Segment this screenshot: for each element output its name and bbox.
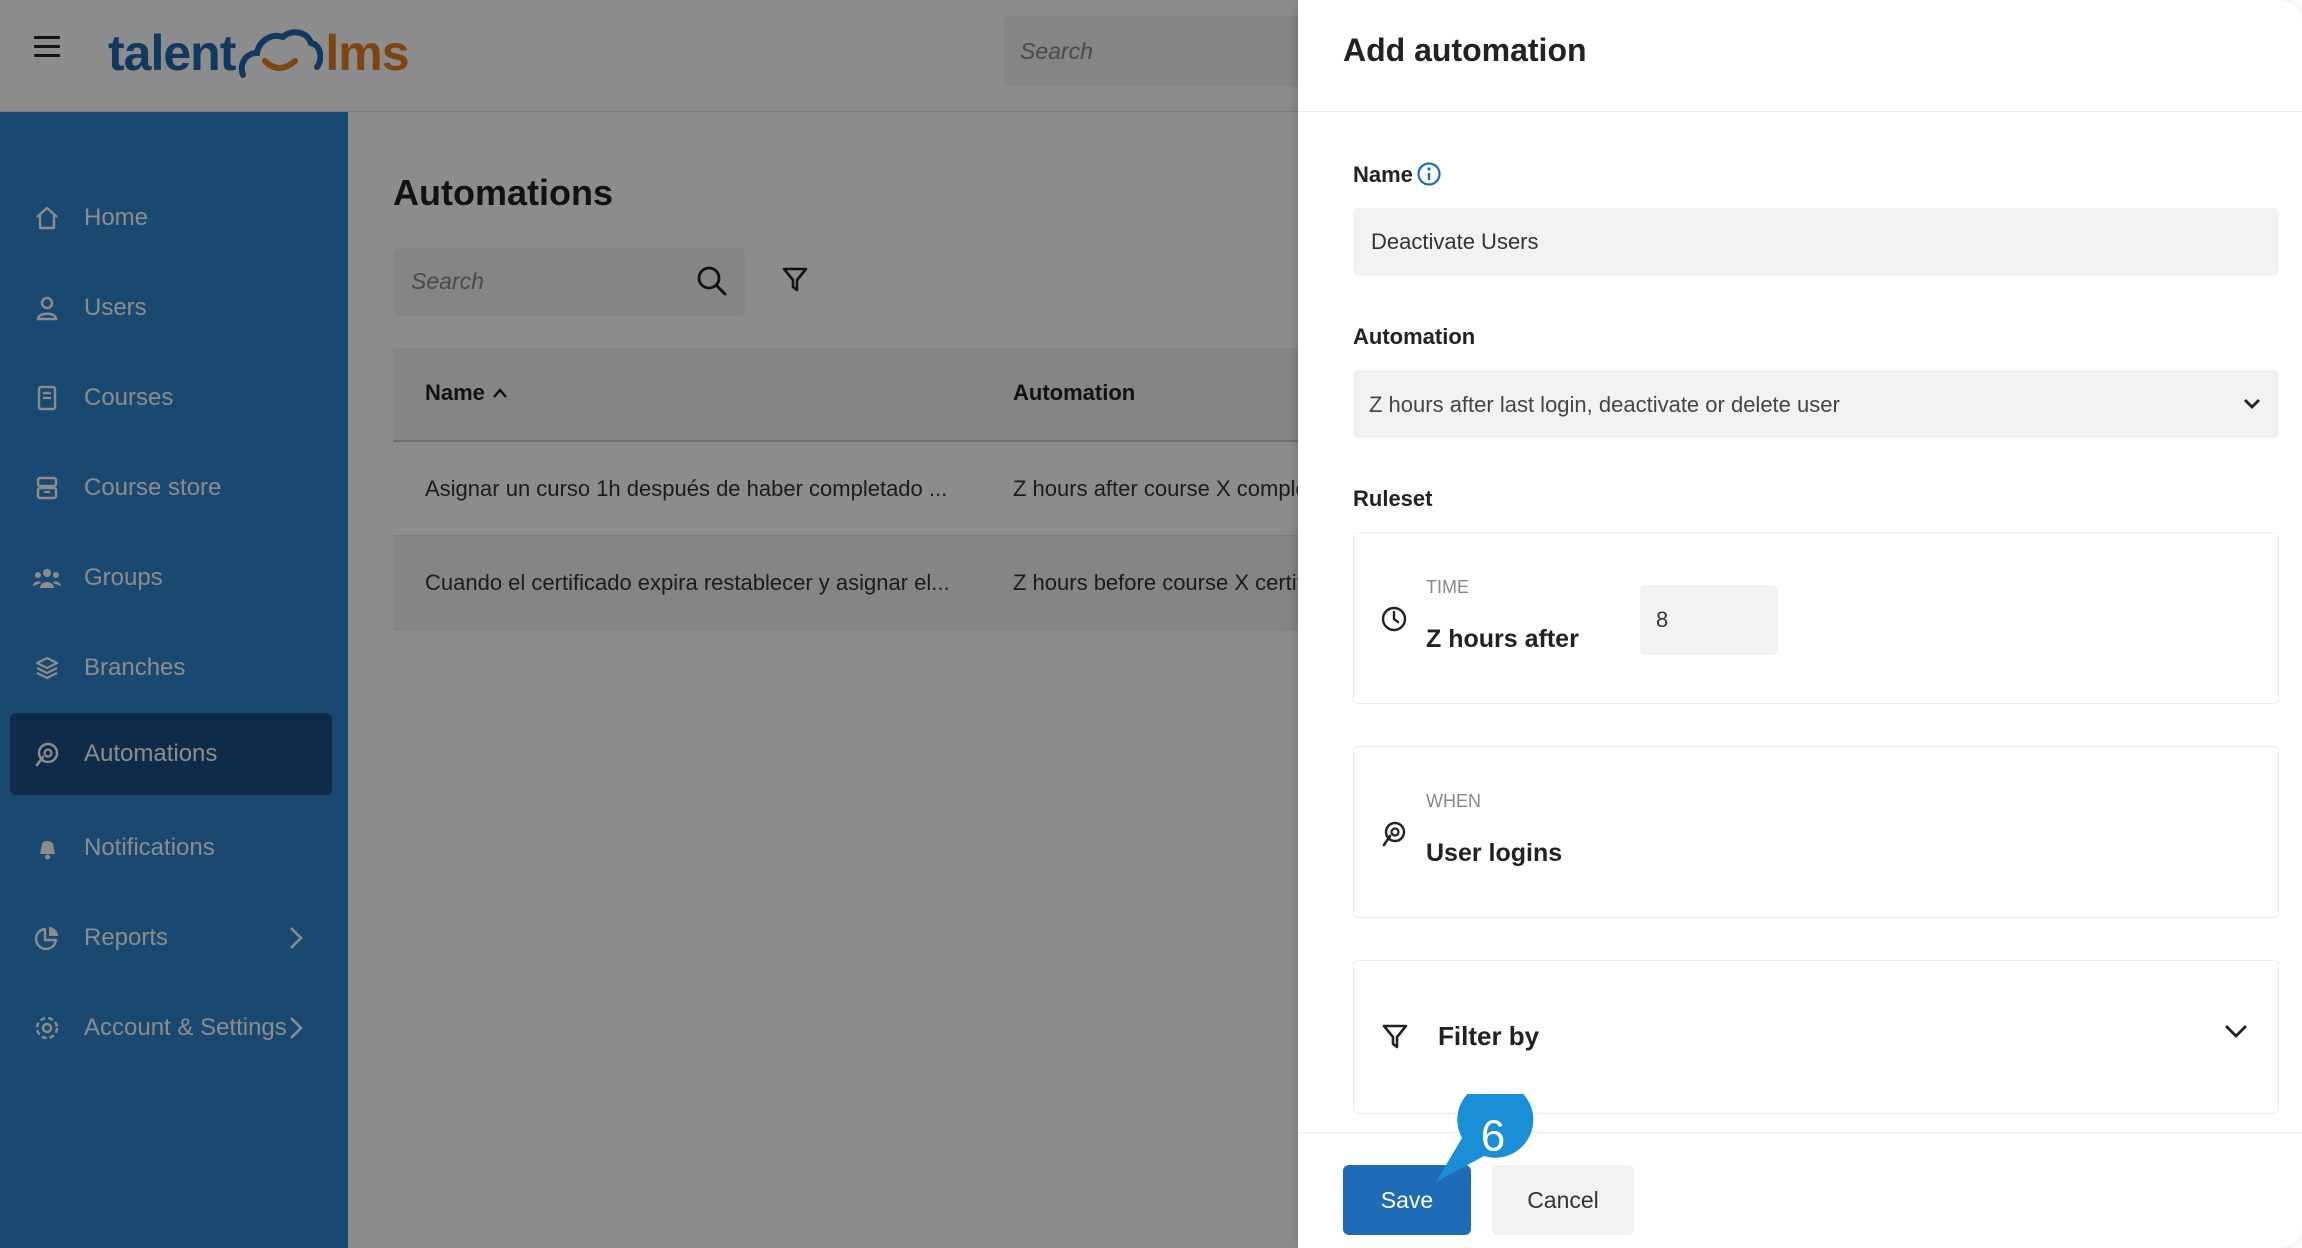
clock-icon — [1381, 606, 1407, 632]
chevron-down-icon — [2225, 1025, 2247, 1038]
automation-type-select[interactable]: Z hours after last login, deactivate or … — [1353, 370, 2279, 438]
when-rule-card: WHEN User logins — [1353, 746, 2279, 918]
filter-by-label: Filter by — [1438, 1021, 1540, 1051]
ruleset-label: Ruleset — [1353, 486, 1433, 511]
chevron-down-icon — [2244, 399, 2260, 409]
filter-by-toggle[interactable]: Filter by — [1353, 960, 2279, 1114]
drawer-title: Add automation — [1343, 32, 1587, 68]
svg-text:6: 6 — [1481, 1112, 1505, 1161]
automation-icon — [1382, 821, 1406, 847]
automation-type-value: Z hours after last login, deactivate or … — [1369, 392, 1840, 417]
add-automation-drawer: Add automation Name Automation Z hours a… — [1298, 0, 2302, 1248]
time-rule-card: TIME Z hours after — [1353, 532, 2279, 704]
drawer-header: Add automation — [1298, 0, 2302, 112]
step-number-badge: 6 — [1436, 1094, 1534, 1182]
modal-overlay[interactable] — [0, 0, 1298, 1248]
filter-icon — [1382, 1024, 1408, 1049]
time-tag: TIME — [1426, 577, 1469, 597]
automation-label: Automation — [1353, 324, 1476, 349]
when-value: User logins — [1426, 839, 1563, 867]
time-value: Z hours after — [1426, 625, 1579, 653]
automation-name-input[interactable] — [1353, 208, 2279, 276]
info-icon[interactable] — [1416, 161, 1442, 187]
hours-input[interactable] — [1640, 585, 1778, 655]
name-label: Name — [1353, 162, 1413, 187]
when-tag: WHEN — [1426, 791, 1481, 811]
